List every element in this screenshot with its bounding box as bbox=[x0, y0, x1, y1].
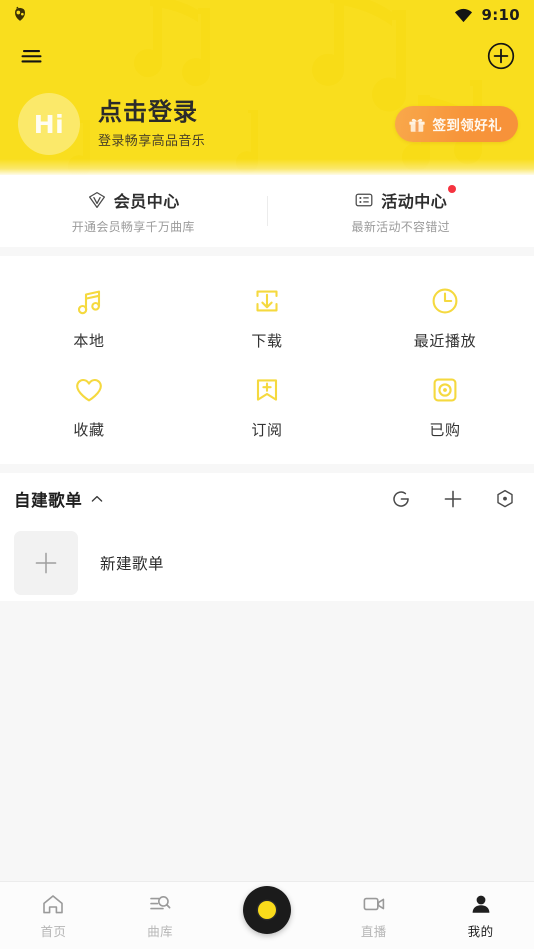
quick-actions-row-2: 收藏 订阅 已购 bbox=[0, 361, 534, 450]
status-bar: 9:10 bbox=[0, 0, 534, 30]
grid-label-subscribe: 订阅 bbox=[251, 421, 283, 439]
plus-circle-icon bbox=[487, 42, 515, 70]
playlist-section-title[interactable]: 自建歌单 bbox=[14, 487, 82, 511]
signin-reward-button[interactable]: 签到领好礼 bbox=[394, 106, 518, 142]
app-root: 9:10 Hi 点击登录 登录畅享高品音乐 签到领好礼 会员中心 开通会员畅享千… bbox=[0, 0, 534, 949]
chevron-up-icon[interactable] bbox=[89, 491, 105, 507]
activity-center-title: 活动中心 bbox=[381, 191, 448, 211]
activity-center-entry[interactable]: 活动中心 最新活动不容错过 bbox=[268, 184, 534, 235]
nav-label-profile: 我的 bbox=[467, 924, 494, 939]
person-icon bbox=[468, 891, 494, 917]
nav-label-live: 直播 bbox=[360, 924, 387, 939]
vip-center-title: 会员中心 bbox=[113, 191, 180, 211]
status-bar-time: 9:10 bbox=[481, 6, 520, 24]
plus-icon bbox=[35, 552, 57, 574]
nav-item-library[interactable]: 曲库 bbox=[107, 882, 214, 940]
login-subtitle: 登录畅享高品音乐 bbox=[98, 134, 206, 150]
vip-shield-icon bbox=[88, 191, 105, 208]
music-note-icon bbox=[73, 284, 105, 318]
purchased-disc-icon bbox=[429, 373, 461, 407]
activity-badge-dot bbox=[448, 184, 457, 193]
grid-item-subscribe[interactable]: 订阅 bbox=[178, 361, 356, 450]
bottom-navigation: 首页 曲库 直播 我的 bbox=[0, 881, 534, 949]
section-divider-1 bbox=[0, 247, 534, 256]
playlist-section-header: 自建歌单 bbox=[0, 473, 534, 525]
vip-activity-row: 会员中心 开通会员畅享千万曲库 活动中心 最新活动不容错过 bbox=[0, 175, 534, 247]
grid-label-local: 本地 bbox=[73, 332, 105, 350]
create-playlist-button[interactable] bbox=[440, 486, 466, 512]
playlist-settings-button[interactable] bbox=[492, 486, 518, 512]
sync-icon bbox=[393, 491, 409, 507]
app-badge-icon bbox=[15, 6, 25, 21]
vinyl-disc-icon bbox=[242, 886, 291, 934]
activity-center-subtitle: 最新活动不容错过 bbox=[351, 219, 450, 234]
grid-item-local[interactable]: 本地 bbox=[0, 272, 178, 361]
vip-center-subtitle: 开通会员畅享千万曲库 bbox=[71, 219, 195, 234]
nav-item-live[interactable]: 直播 bbox=[320, 882, 427, 940]
status-bar-right: 9:10 bbox=[454, 6, 520, 24]
activity-list-icon bbox=[355, 193, 373, 206]
playlist-action-buttons bbox=[388, 486, 518, 512]
header-nav-row bbox=[0, 30, 534, 82]
plus-icon bbox=[444, 490, 462, 508]
grid-label-purchased: 已购 bbox=[429, 421, 461, 439]
nav-label-library: 曲库 bbox=[147, 924, 174, 939]
hamburger-menu-button[interactable] bbox=[16, 39, 50, 73]
vip-center-title-row: 会员中心 bbox=[87, 188, 180, 212]
quick-actions-row-1: 本地 下载 最近播放 bbox=[0, 272, 534, 361]
new-playlist-label: 新建歌单 bbox=[100, 555, 165, 573]
grid-item-purchased[interactable]: 已购 bbox=[356, 361, 534, 450]
vinyl-disc-center bbox=[257, 901, 276, 919]
grid-item-favorites[interactable]: 收藏 bbox=[0, 361, 178, 450]
header-banner: 9:10 Hi 点击登录 登录畅享高品音乐 签到领好礼 bbox=[0, 0, 534, 175]
profile-text-block: 点击登录 登录畅享高品音乐 bbox=[98, 98, 206, 150]
sync-button[interactable] bbox=[388, 486, 414, 512]
empty-content-area bbox=[0, 601, 534, 881]
nav-item-home[interactable]: 首页 bbox=[0, 882, 107, 940]
grid-label-favorites: 收藏 bbox=[73, 421, 105, 439]
hamburger-menu-icon bbox=[21, 50, 42, 63]
activity-center-title-row: 活动中心 bbox=[354, 184, 457, 212]
nav-label-home: 首页 bbox=[40, 924, 67, 939]
library-search-icon bbox=[147, 891, 173, 917]
heart-icon bbox=[73, 373, 105, 407]
live-video-icon bbox=[361, 891, 387, 917]
list-item[interactable]: 新建歌单 bbox=[0, 525, 534, 601]
profile-login-row[interactable]: Hi 点击登录 登录畅享高品音乐 签到领好礼 bbox=[0, 82, 534, 166]
home-icon bbox=[40, 891, 66, 917]
signin-reward-label: 签到领好礼 bbox=[432, 118, 502, 134]
wifi-icon bbox=[455, 8, 473, 22]
grid-item-recent[interactable]: 最近播放 bbox=[356, 272, 534, 361]
download-icon bbox=[251, 284, 283, 318]
nav-item-player[interactable] bbox=[214, 882, 321, 934]
grid-item-download[interactable]: 下载 bbox=[178, 272, 356, 361]
status-bar-left bbox=[10, 5, 30, 25]
nav-item-profile[interactable]: 我的 bbox=[427, 882, 534, 940]
avatar[interactable]: Hi bbox=[18, 93, 80, 155]
new-playlist-thumbnail bbox=[14, 531, 78, 595]
vip-center-entry[interactable]: 会员中心 开通会员畅享千万曲库 bbox=[0, 188, 267, 235]
clock-icon bbox=[429, 284, 461, 318]
section-divider-2 bbox=[0, 464, 534, 473]
sheet-vip: 会员中心 开通会员畅享千万曲库 活动中心 最新活动不容错过 bbox=[0, 175, 534, 247]
grid-label-download: 下载 bbox=[251, 332, 283, 350]
gift-icon bbox=[408, 118, 425, 132]
add-button[interactable] bbox=[484, 39, 518, 73]
grid-label-recent: 最近播放 bbox=[413, 332, 477, 350]
bookmark-plus-icon bbox=[251, 373, 283, 407]
hexagon-dot-icon bbox=[497, 489, 513, 508]
quick-actions-grid: 本地 下载 最近播放 收藏 订阅 已购 bbox=[0, 256, 534, 464]
login-title[interactable]: 点击登录 bbox=[98, 98, 205, 126]
